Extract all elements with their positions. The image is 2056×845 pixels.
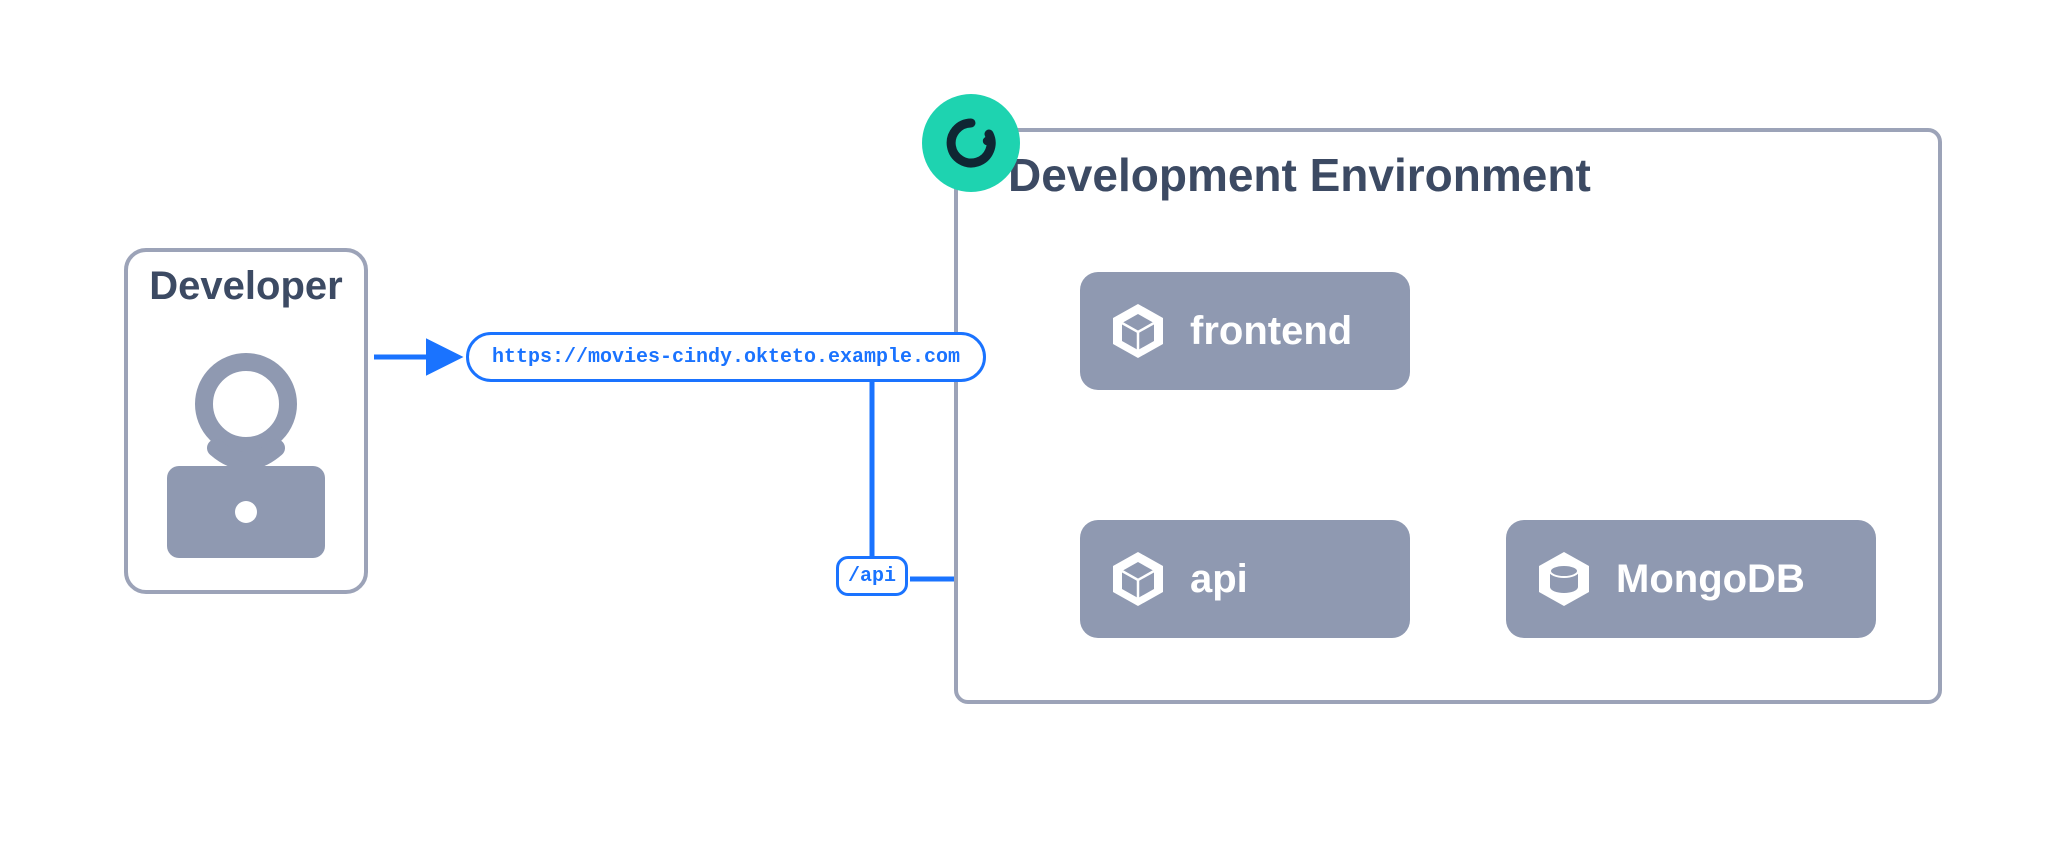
database-icon	[1534, 549, 1594, 609]
cube-icon	[1108, 549, 1168, 609]
cube-icon	[1108, 301, 1168, 361]
environment-title: Development Environment	[1008, 148, 1591, 202]
url-text: https://movies-cindy.okteto.example.com	[492, 346, 960, 369]
developer-icon	[161, 338, 331, 558]
developer-title: Developer	[128, 264, 364, 309]
node-frontend: frontend	[1080, 272, 1410, 390]
node-frontend-label: frontend	[1190, 309, 1352, 354]
api-path-pill: /api	[836, 556, 908, 596]
node-mongodb: MongoDB	[1506, 520, 1876, 638]
url-pill: https://movies-cindy.okteto.example.com	[466, 332, 986, 382]
okteto-badge-icon	[922, 94, 1020, 192]
developer-box: Developer	[124, 248, 368, 594]
node-api: api	[1080, 520, 1410, 638]
node-api-label: api	[1190, 557, 1248, 602]
node-mongodb-label: MongoDB	[1616, 557, 1805, 602]
api-path-text: /api	[848, 565, 896, 588]
diagram-canvas: Developer Development Environment https:…	[0, 0, 2056, 845]
